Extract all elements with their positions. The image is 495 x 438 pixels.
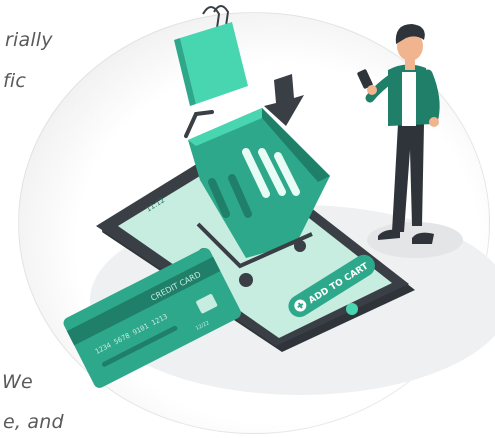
shopping-bag-icon	[174, 5, 248, 106]
shopping-illustration: 11:12 ADD TO CART CREDIT CARD 1234 5678 …	[63, 5, 495, 395]
home-button[interactable]	[346, 303, 358, 315]
